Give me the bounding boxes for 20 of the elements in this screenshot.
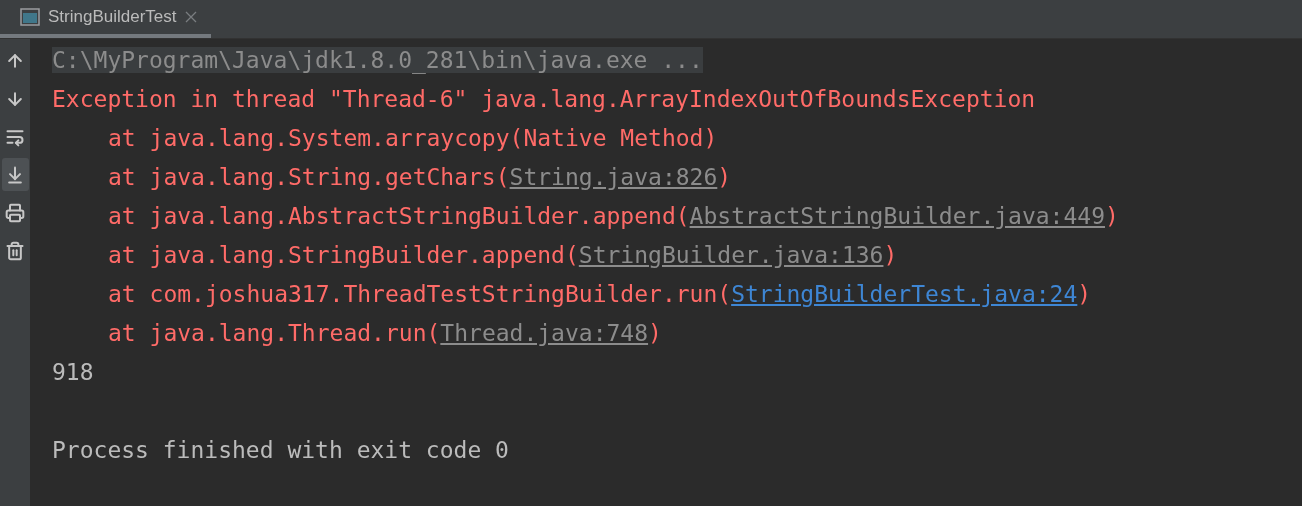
stack-trace-line: at java.lang.String.getChars(String.java:826) [108, 163, 732, 190]
source-link[interactable]: StringBuilder.java:136 [578, 241, 884, 268]
trash-icon [5, 240, 25, 261]
source-link[interactable]: AbstractStringBuilder.java:449 [689, 202, 1105, 229]
window-icon [20, 8, 40, 26]
source-link[interactable]: StringBuilderTest.java:24 [731, 280, 1078, 307]
error-message: Exception in thread "Thread-6" java.lang.ArrayIndexOutOfBoundsException [52, 85, 1036, 112]
stack-trace-line: at java.lang.AbstractStringBuilder.append(AbstractStringBuilder.java:449) [108, 202, 1119, 229]
source-link[interactable]: String.java:826 [509, 163, 718, 190]
console-output: Process finished with exit code 0 [52, 436, 509, 463]
close-icon[interactable] [184, 11, 197, 23]
printer-icon [5, 202, 25, 223]
scroll-to-end-button[interactable] [1, 158, 29, 191]
stack-trace-line: at com.joshua317.ThreadTestStringBuilder.run(StringBuilderTest.java:24) [108, 280, 1092, 307]
scroll-to-end-icon [5, 164, 25, 185]
stack-trace-line: at java.lang.System.arraycopy(Native Method) [108, 124, 718, 151]
source-link[interactable]: Thread.java:748 [440, 319, 649, 346]
stack-trace-line: at java.lang.StringBuilder.append(StringBuilder.java:136) [108, 241, 898, 268]
stack-trace-line: at java.lang.Thread.run(Thread.java:748) [108, 319, 662, 346]
console-output: 918 [52, 358, 94, 385]
